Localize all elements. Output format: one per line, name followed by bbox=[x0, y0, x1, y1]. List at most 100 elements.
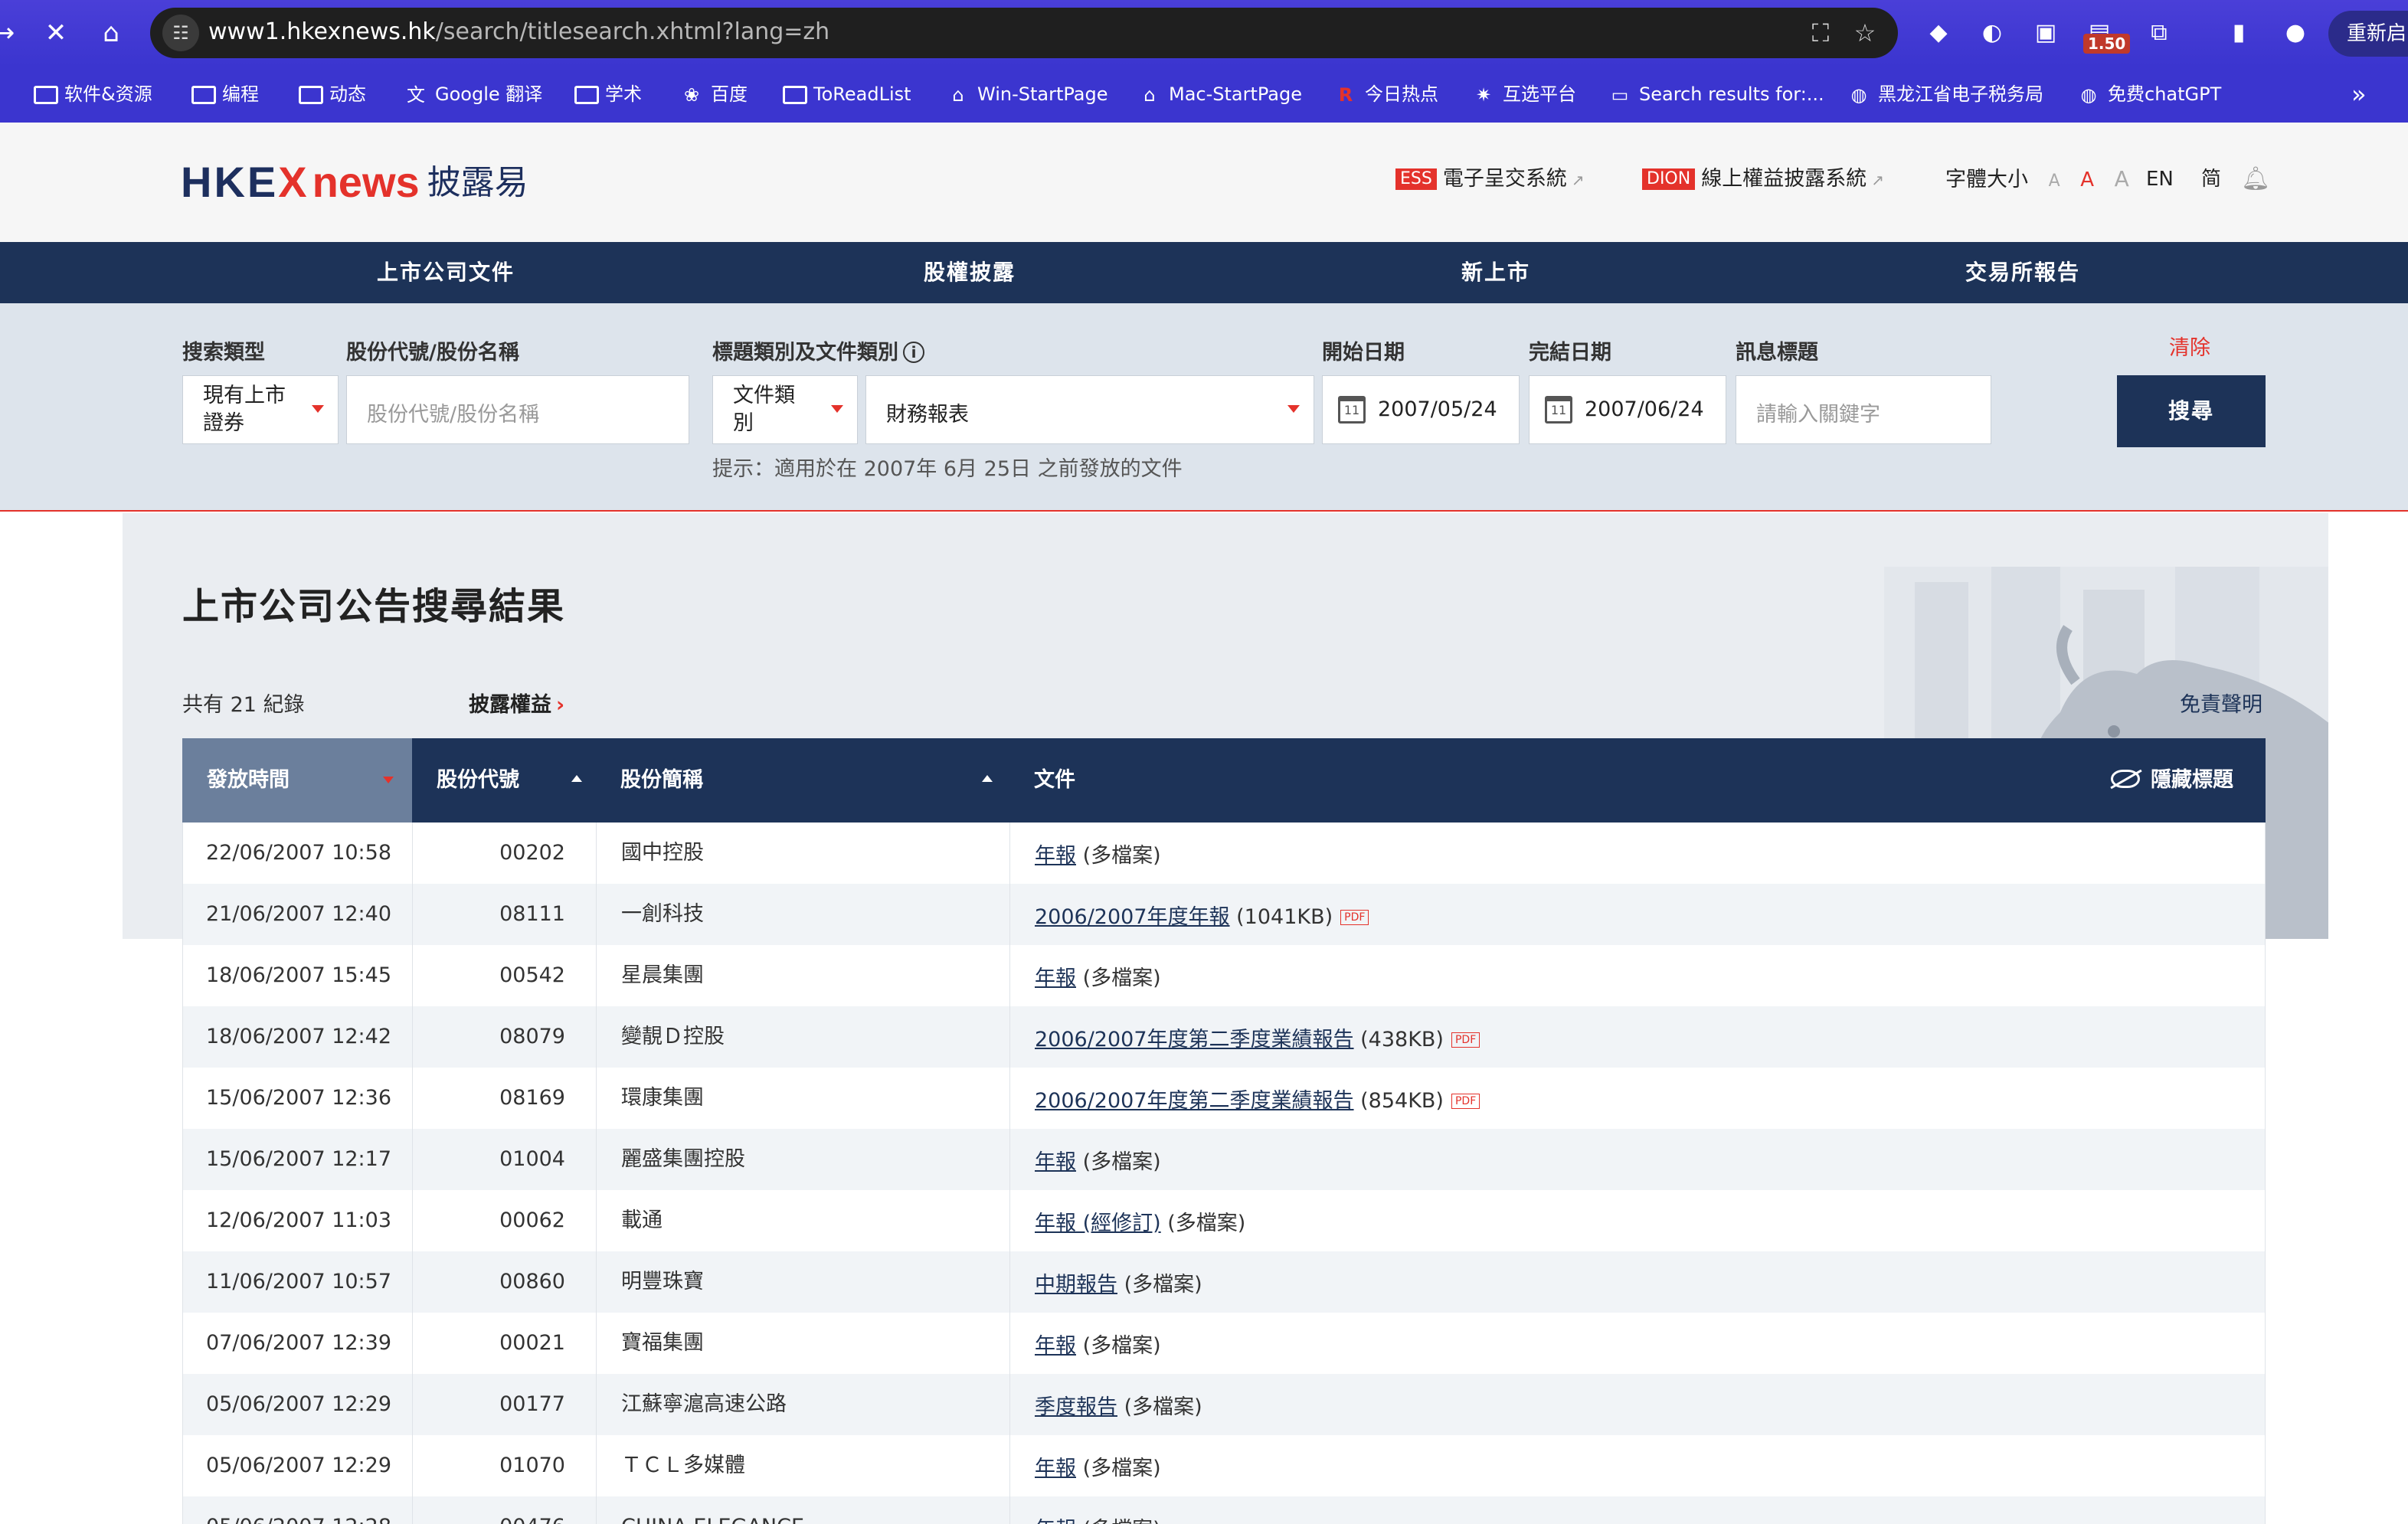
nav-listed-docs[interactable]: 上市公司文件 bbox=[377, 242, 515, 303]
disclosure-of-interests-link[interactable]: 披露權益 › bbox=[469, 688, 564, 718]
document-link[interactable]: 年報 bbox=[1035, 966, 1076, 990]
bookmark-star-icon[interactable]: ☆ bbox=[1849, 17, 1881, 49]
document-link[interactable]: 2006/2007年度年報 bbox=[1035, 905, 1230, 929]
search-type-select[interactable]: 現有上市證券 bbox=[182, 375, 339, 444]
restart-button[interactable]: 重新启 bbox=[2328, 11, 2408, 57]
col-document: 文件 bbox=[1034, 768, 1075, 792]
document-link[interactable]: 中期報告 bbox=[1035, 1273, 1117, 1297]
bookmark-item[interactable]: 文 Google 翻译 bbox=[403, 80, 542, 109]
category-label: 標題類別及文件類別 i bbox=[712, 335, 924, 365]
table-header: 發放時間 股份代號 股份簡稱 文件 隱藏標題 bbox=[182, 738, 2266, 823]
cell-release-time: 05/06/2007 12:29 bbox=[183, 1435, 413, 1496]
extension-icon[interactable]: ◆ bbox=[1921, 15, 1956, 51]
start-date-input[interactable]: 11 2007/05/24 bbox=[1322, 375, 1520, 444]
bookmark-item[interactable]: ⌂ Mac-StartPage bbox=[1137, 80, 1302, 109]
font-size-medium[interactable]: A bbox=[2080, 165, 2094, 195]
document-link[interactable]: 2006/2007年度第二季度業績報告 bbox=[1035, 1028, 1354, 1051]
title-keyword-input[interactable]: 請輸入關鍵字 bbox=[1736, 375, 1991, 444]
folder-icon bbox=[574, 86, 599, 104]
document-link[interactable]: 年報 bbox=[1035, 1518, 1076, 1524]
document-link[interactable]: 年報 bbox=[1035, 1150, 1076, 1174]
cell-stock-code: 00476 bbox=[413, 1496, 597, 1524]
cell-document: 年報 (多檔案) bbox=[1035, 1334, 1161, 1358]
bookmark-item[interactable]: R 今日热点 bbox=[1333, 80, 1438, 109]
table-row: 05/06/2007 12:2800476CHINA ELEGANCE 年報 (多… bbox=[182, 1496, 2266, 1524]
bookmark-item[interactable]: ◍ 黑龙江省电子税务局 bbox=[1846, 80, 2043, 109]
search-button[interactable]: 搜尋 bbox=[2117, 375, 2266, 447]
bookmark-item[interactable]: 编程 bbox=[191, 80, 259, 109]
translate-page-icon[interactable]: ⛶ bbox=[1804, 17, 1837, 49]
document-link[interactable]: 季度報告 bbox=[1035, 1395, 1117, 1419]
nav-new-listings[interactable]: 新上市 bbox=[1461, 242, 1530, 303]
col-release-time[interactable]: 發放時間 bbox=[182, 738, 412, 823]
bookmarks-bar: 软件&资源 编程 动态 文 Google 翻译 学术 ❀ 百度 ToReadList… bbox=[0, 66, 2408, 123]
dion-link[interactable]: DION 線上權益披露系統 ↗ bbox=[1642, 164, 1884, 195]
cell-stock-name: 國中控股 bbox=[597, 823, 1010, 884]
bookmark-item[interactable]: 动态 bbox=[299, 80, 366, 109]
nav-disclosure-of-interests[interactable]: 股權披露 bbox=[924, 242, 1016, 303]
bookmark-item[interactable]: 软件&资源 bbox=[34, 80, 152, 109]
font-size-large[interactable]: A bbox=[2115, 164, 2129, 195]
url-text[interactable]: www1.hkexnews.hk/search/titlesearch.xhtm… bbox=[208, 18, 829, 45]
ess-link[interactable]: ESS 電子呈交系統 ↗ bbox=[1395, 164, 1585, 195]
document-link[interactable]: 年報 bbox=[1035, 1334, 1076, 1358]
cell-stock-name: 變靚Ｄ控股 bbox=[597, 1006, 1010, 1068]
col-stock-name[interactable]: 股份簡稱 bbox=[620, 738, 1034, 823]
document-link[interactable]: 年報 (經修訂) bbox=[1035, 1212, 1161, 1235]
col-stock-code[interactable]: 股份代號 bbox=[437, 738, 613, 823]
bell-icon[interactable]: 🔔︎ bbox=[2241, 165, 2270, 192]
cell-document: 年報 (多檔案) bbox=[1035, 1457, 1161, 1480]
document-link[interactable]: 2006/2007年度第二季度業績報告 bbox=[1035, 1089, 1354, 1113]
disclaimer-link[interactable]: 免責聲明 bbox=[2180, 688, 2262, 718]
end-date-label: 完結日期 bbox=[1529, 341, 1611, 365]
cell-stock-code: 01070 bbox=[413, 1435, 597, 1496]
document-link[interactable]: 年報 bbox=[1035, 844, 1076, 868]
cell-release-time: 18/06/2007 15:45 bbox=[183, 945, 413, 1006]
category-type-select[interactable]: 文件類別 bbox=[712, 375, 858, 444]
eye-off-icon bbox=[2111, 770, 2140, 788]
stock-input[interactable]: 股份代號/股份名稱 bbox=[346, 375, 689, 444]
cell-release-time: 11/06/2007 10:57 bbox=[183, 1251, 413, 1313]
baidu-icon: ❀ bbox=[683, 84, 700, 106]
end-date-input[interactable]: 11 2007/06/24 bbox=[1529, 375, 1726, 444]
bookmark-item[interactable]: ⌂ Win-StartPage bbox=[945, 80, 1107, 109]
forward-icon[interactable]: → bbox=[0, 14, 23, 52]
close-icon[interactable]: ✕ bbox=[37, 14, 75, 52]
hkexnews-logo[interactable]: HKEXnews 披露易 bbox=[181, 155, 528, 208]
nav-exchange-reports[interactable]: 交易所報告 bbox=[1965, 242, 2080, 303]
bookmark-item[interactable]: ◍ 免费chatGPT bbox=[2076, 80, 2222, 109]
category-select[interactable]: 財務報表 bbox=[865, 375, 1314, 444]
clear-link[interactable]: 清除 bbox=[2169, 331, 2210, 361]
folder-icon bbox=[34, 86, 58, 104]
bookmark-item[interactable]: ▭ Search results for:... bbox=[1607, 80, 1824, 109]
cell-stock-name: CHINA ELEGANCE bbox=[597, 1496, 1010, 1524]
table-row: 05/06/2007 12:29 01070 ＴＣＬ多媒體 年報 (多檔案) bbox=[182, 1435, 2266, 1496]
cell-release-time: 18/06/2007 12:42 bbox=[183, 1006, 413, 1068]
font-size-small[interactable]: A bbox=[2049, 166, 2060, 197]
info-icon[interactable]: i bbox=[903, 342, 924, 363]
extension-icon[interactable]: ◐ bbox=[1974, 15, 2010, 51]
document-link[interactable]: 年報 bbox=[1035, 1457, 1076, 1480]
lang-sc-link[interactable]: 简 bbox=[2201, 164, 2221, 195]
cell-document: 年報 (多檔案) bbox=[1035, 844, 1161, 868]
home-icon[interactable]: ⌂ bbox=[92, 14, 130, 52]
pdf-icon: PDF bbox=[1451, 1094, 1480, 1109]
bookmark-item[interactable]: ❀ 百度 bbox=[679, 80, 748, 109]
bookmark-item[interactable]: 学术 bbox=[574, 80, 642, 109]
hide-title-toggle[interactable]: 隱藏標題 bbox=[2111, 738, 2233, 823]
lang-en-link[interactable]: EN bbox=[2146, 164, 2174, 195]
cell-document: 年報 (多檔案) bbox=[1035, 966, 1161, 990]
address-bar[interactable]: ☷ www1.hkexnews.hk/search/titlesearch.xh… bbox=[150, 8, 1898, 58]
site-info-icon[interactable]: ☷ bbox=[162, 15, 199, 51]
bookmarks-overflow-icon[interactable]: » bbox=[2351, 80, 2367, 109]
extension-icon[interactable]: ▣ bbox=[2028, 15, 2063, 51]
bookmark-item[interactable]: ✷ 互选平台 bbox=[1471, 80, 1576, 109]
dropdown-caret-icon bbox=[831, 405, 843, 413]
puzzle-icon[interactable]: ⧉ bbox=[2141, 15, 2177, 51]
table-row: 12/06/2007 11:03 00062 載通 年報 (經修訂) (多檔案) bbox=[182, 1190, 2266, 1251]
bookmark-item[interactable]: ToReadList bbox=[783, 80, 911, 109]
avatar[interactable]: ● bbox=[2278, 15, 2313, 51]
sidebar-icon[interactable]: ▮ bbox=[2221, 15, 2256, 51]
chevron-right-icon: › bbox=[556, 693, 565, 717]
cell-stock-name: 江蘇寧滬高速公路 bbox=[597, 1374, 1010, 1435]
